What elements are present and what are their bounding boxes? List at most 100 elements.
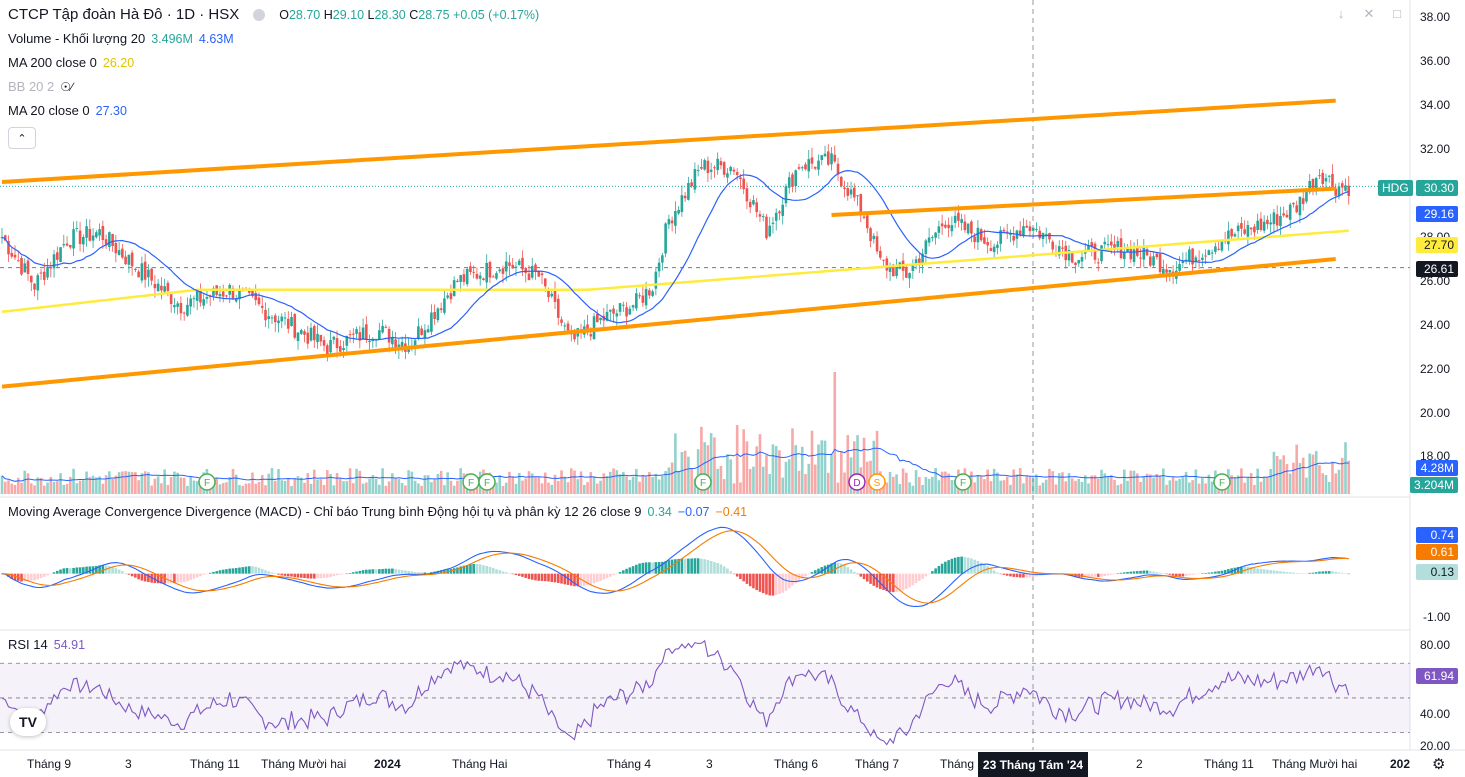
candle-body (957, 212, 960, 221)
macd-hist-bar (1253, 568, 1256, 574)
candle-body (1253, 226, 1256, 233)
candle-body (794, 170, 798, 187)
legend-bb[interactable]: BB 20 2 ☉∕ (8, 79, 73, 94)
macd-hist-bar (1207, 572, 1211, 574)
volume-bar (1165, 484, 1168, 494)
volume-bar (391, 473, 394, 494)
time-tick: Tháng 4 (607, 757, 652, 771)
price-chart[interactable]: FFFFDSFF (0, 0, 1465, 777)
volume-bar (1096, 478, 1100, 494)
macd-hist-bar (306, 573, 310, 579)
volume-bar (20, 482, 23, 494)
macd-hist-bar (319, 573, 323, 579)
candle-body (39, 272, 43, 274)
macd-hist-bar (478, 564, 482, 574)
volume-bar (1109, 475, 1113, 494)
volume-bar (745, 441, 749, 494)
macd-hist-bar (693, 558, 697, 574)
legend-volume[interactable]: Volume - Khối lượng 20 3.496M 4.63M (8, 31, 234, 46)
candle-body (205, 297, 209, 299)
macd-hist-bar (895, 573, 898, 593)
macd-hist-bar (1022, 573, 1025, 578)
macd-hist-bar (530, 573, 534, 580)
volume-bar (1162, 468, 1165, 494)
candle-body (768, 225, 772, 237)
candle-body (267, 316, 271, 320)
close-icon[interactable]: ✕ (1358, 6, 1380, 26)
candle-body (589, 334, 593, 337)
maximize-icon[interactable]: □ (1386, 6, 1408, 26)
macd-hist-bar (283, 573, 287, 576)
macd-hist-bar (469, 564, 472, 574)
candle-body (365, 324, 368, 340)
macd-hist-bar (602, 573, 606, 580)
eye-hidden-icon[interactable]: ☉∕ (60, 80, 73, 94)
volume-bar (423, 475, 427, 494)
candle-body (1227, 230, 1230, 245)
arrow-down-icon[interactable]: ↓ (1330, 6, 1352, 26)
macd-hist-bar (345, 573, 349, 575)
macd-hist-bar (524, 573, 528, 578)
candle-body (23, 263, 27, 273)
macd-hist-bar (927, 573, 931, 575)
volume-bar (729, 459, 732, 494)
level-tag: 26.61 (1416, 261, 1458, 277)
candle-body (654, 271, 658, 289)
candle-body (469, 266, 472, 273)
time-tick: Tháng Mười hai (1272, 757, 1358, 771)
legend-rsi[interactable]: RSI 14 54.91 (8, 637, 85, 652)
macd-hist-bar (1220, 570, 1224, 574)
volume-bar (1191, 480, 1194, 494)
macd-hist-bar (1256, 568, 1259, 574)
volume-bar (1038, 485, 1042, 494)
time-tick: 2024 (374, 757, 401, 771)
macd-hist-bar (381, 568, 384, 574)
settings-gear-icon[interactable]: ⚙ (1432, 755, 1445, 773)
candle-body (774, 212, 778, 221)
candle-body (475, 274, 479, 279)
macd-hist-bar (352, 572, 355, 574)
macd-hist-bar (247, 566, 251, 574)
macd-hist-bar (739, 573, 742, 579)
event-label: F (1219, 478, 1225, 489)
candle-body (683, 195, 687, 199)
candle-body (270, 317, 274, 319)
macd-hist-bar (368, 569, 371, 574)
volume-bar (839, 452, 843, 494)
candle-body (495, 273, 498, 279)
candle-body (1096, 262, 1100, 264)
macd-hist-bar (722, 566, 726, 574)
legend-ma200[interactable]: MA 200 close 0 26.20 (8, 55, 134, 70)
macd-hist-bar (1090, 573, 1094, 577)
volume-bar (443, 485, 446, 494)
macd-hist-bar (644, 562, 648, 574)
volume-bar (257, 481, 261, 494)
volume-bar (826, 472, 830, 494)
volume-bar (23, 470, 27, 494)
volume-bar (137, 480, 140, 494)
candle-body (1259, 218, 1263, 230)
time-tick: Tháng 11 (190, 757, 240, 771)
time-tick: Tháng (940, 757, 975, 771)
volume-bar (1074, 480, 1077, 494)
macd-hist-bar (299, 573, 303, 578)
candle-body (1002, 229, 1006, 232)
tradingview-logo-icon[interactable]: TV (10, 708, 46, 736)
volume-bar (332, 485, 336, 494)
collapse-legend-button[interactable]: ⌃ (8, 127, 36, 149)
macd-hist-bar (1194, 573, 1198, 575)
macd-hist-bar (42, 573, 46, 577)
volume-bar (983, 479, 986, 494)
volume-bar (147, 472, 150, 494)
macd-hist-bar (33, 573, 36, 581)
candle-body (381, 325, 384, 333)
volume-bar (378, 484, 381, 494)
legend-ma20[interactable]: MA 20 close 0 27.30 (8, 103, 127, 118)
legend-macd[interactable]: Moving Average Convergence Divergence (M… (8, 504, 747, 519)
candle-body (996, 244, 999, 248)
macd-hist-bar (400, 570, 404, 574)
volume-bar (1002, 480, 1006, 494)
candle-body (944, 224, 947, 228)
macd-hist-bar (641, 562, 645, 574)
volume-bar (124, 471, 127, 494)
